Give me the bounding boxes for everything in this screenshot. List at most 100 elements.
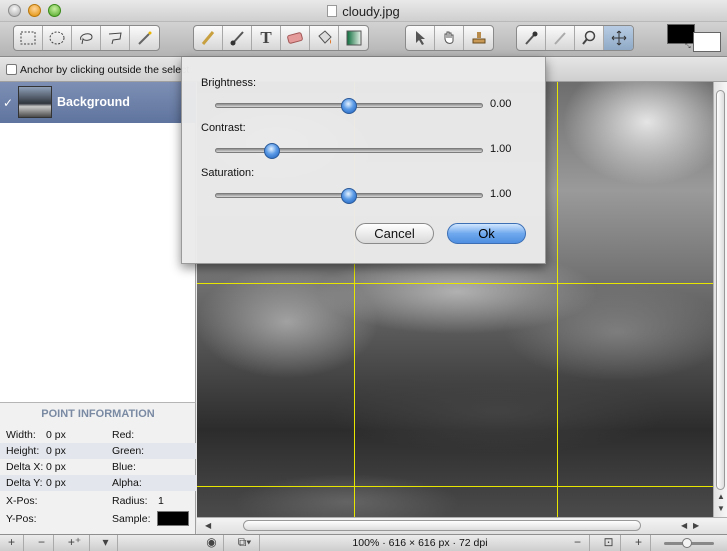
sample-color-swatch <box>157 511 189 526</box>
lasso-icon[interactable] <box>72 26 101 50</box>
eye-icon[interactable]: ◉ <box>200 535 224 551</box>
point-info-row: Width: 0 px Red: <box>0 427 196 443</box>
zoom-slider[interactable] <box>664 538 714 548</box>
color-adjust-sheet: Brightness: 0.00 Contrast: 1.00 Saturati… <box>181 57 546 264</box>
delta-x-label: Delta X: <box>6 461 44 473</box>
move-icon[interactable] <box>604 26 633 50</box>
point-info-row: Delta X: 0 px Blue: <box>0 459 196 475</box>
add-layer-icon[interactable]: + <box>0 535 24 551</box>
x-pos-label: X-Pos: <box>6 495 38 507</box>
zoom-in-icon[interactable]: + <box>627 535 651 551</box>
brush-icon[interactable] <box>223 26 252 50</box>
scroll-left-arrow-icon[interactable]: ◀ <box>681 521 687 530</box>
delta-x-value: 0 px <box>46 461 66 473</box>
hand-icon[interactable] <box>435 26 464 50</box>
layer-menu-icon[interactable]: ▾ <box>94 535 118 551</box>
zoom-fit-icon[interactable]: ⊡ <box>597 535 621 551</box>
duplicate-layer-icon[interactable]: +⁺ <box>60 535 90 551</box>
ellipse-select-icon[interactable] <box>43 26 72 50</box>
pencil-icon[interactable] <box>194 26 223 50</box>
radius-label: Radius: <box>112 495 148 507</box>
eyedropper-icon[interactable] <box>517 26 546 50</box>
saturation-slider-knob[interactable] <box>341 188 357 204</box>
layer-name: Background <box>57 95 130 109</box>
sample-label: Sample: <box>112 513 151 525</box>
anchor-checkbox[interactable] <box>6 64 17 75</box>
magic-wand-icon[interactable] <box>130 26 159 50</box>
blue-label: Blue: <box>112 461 136 473</box>
contrast-slider-knob[interactable] <box>263 143 280 159</box>
toolbar: T ⤡ <box>0 22 727 57</box>
stamp-icon[interactable] <box>464 26 493 50</box>
utility-tools <box>516 25 634 51</box>
radius-value: 1 <box>158 495 164 507</box>
vertical-scroll-thumb[interactable] <box>716 90 725 490</box>
point-info-row: X-Pos: Radius: 1 <box>0 493 196 509</box>
eraser-icon[interactable] <box>281 26 310 50</box>
contrast-label: Contrast: <box>201 122 246 134</box>
point-info-row: Height: 0 px Green: <box>0 443 196 459</box>
poly-lasso-icon[interactable] <box>101 26 130 50</box>
y-pos-label: Y-Pos: <box>6 513 37 525</box>
width-value: 0 px <box>46 429 66 441</box>
scroll-down-arrow-icon[interactable]: ▼ <box>717 504 725 513</box>
point-info-row: Delta Y: 0 px Alpha: <box>0 475 196 491</box>
brightness-slider-knob[interactable] <box>341 98 357 114</box>
text-icon[interactable]: T <box>252 26 281 50</box>
point-info-row: Y-Pos: Sample: <box>0 511 196 527</box>
height-value: 0 px <box>46 445 66 457</box>
horizontal-scroll-thumb[interactable] <box>243 520 641 531</box>
gradient-icon[interactable] <box>339 26 368 50</box>
bottom-bar: + − +⁺ ▾ ◉ ⧉▾ 100% · 616 × 616 px · 72 d… <box>0 534 727 551</box>
swap-colors-icon[interactable]: ⤡ <box>685 43 691 51</box>
navigation-tools <box>405 25 494 51</box>
selection-tools <box>13 25 160 51</box>
rect-select-icon[interactable] <box>14 26 43 50</box>
layer-thumbnail <box>18 86 52 118</box>
point-information-panel: POINT INFORMATION Width: 0 px Red: Heigh… <box>0 402 196 534</box>
delta-y-value: 0 px <box>46 477 66 489</box>
grid-line-horizontal <box>197 283 713 284</box>
contrast-slider[interactable] <box>215 143 483 159</box>
magnifier-icon[interactable] <box>575 26 604 50</box>
point-info-title: POINT INFORMATION <box>41 408 155 420</box>
scroll-right-arrow-icon[interactable]: ▶ <box>693 521 699 530</box>
scroll-left-arrow-icon[interactable]: ◀ <box>205 521 211 530</box>
layer-visibility-checkmark-icon[interactable]: ✓ <box>3 96 13 110</box>
red-label: Red: <box>112 429 135 441</box>
alpha-label: Alpha: <box>112 477 142 489</box>
delta-y-label: Delta Y: <box>6 477 43 489</box>
scroll-up-arrow-icon[interactable]: ▲ <box>717 492 725 501</box>
contrast-value: 1.00 <box>490 143 512 155</box>
saturation-value: 1.00 <box>490 188 512 200</box>
brightness-slider[interactable] <box>215 98 483 114</box>
view-mode-icon[interactable]: ⧉▾ <box>230 535 260 551</box>
layers-panel: ✓ Background <box>0 82 196 402</box>
background-color-swatch[interactable] <box>693 32 721 52</box>
saturation-label: Saturation: <box>201 167 255 179</box>
remove-layer-icon[interactable]: − <box>30 535 54 551</box>
green-label: Green: <box>112 445 145 457</box>
grid-line-horizontal <box>197 486 713 487</box>
horizontal-scrollbar[interactable]: ◀ ◀ ▶ <box>197 517 727 534</box>
window-title: cloudy.jpg <box>0 4 727 19</box>
brightness-value: 0.00 <box>490 98 512 110</box>
layer-row-background[interactable]: ✓ Background <box>0 82 196 123</box>
smudge-icon[interactable] <box>546 26 575 50</box>
foreground-color-swatch[interactable] <box>667 24 695 44</box>
paint-tools: T <box>193 25 369 51</box>
zoom-status: 100% · 616 × 616 px · 72 dpi <box>352 537 488 549</box>
brightness-label: Brightness: <box>201 77 257 89</box>
width-label: Width: <box>6 429 36 441</box>
document-icon <box>327 5 338 17</box>
pointer-icon[interactable] <box>406 26 435 50</box>
title-bar: cloudy.jpg <box>0 0 727 22</box>
zoom-slider-knob[interactable] <box>682 538 692 548</box>
ok-button[interactable]: Ok <box>447 223 526 244</box>
paint-bucket-icon[interactable] <box>310 26 339 50</box>
zoom-out-icon[interactable]: − <box>566 535 590 551</box>
saturation-slider[interactable] <box>215 188 483 204</box>
anchor-label: Anchor by clicking outside the select <box>20 64 190 76</box>
vertical-scrollbar[interactable]: ▲ ▼ <box>713 82 727 517</box>
cancel-button[interactable]: Cancel <box>355 223 434 244</box>
